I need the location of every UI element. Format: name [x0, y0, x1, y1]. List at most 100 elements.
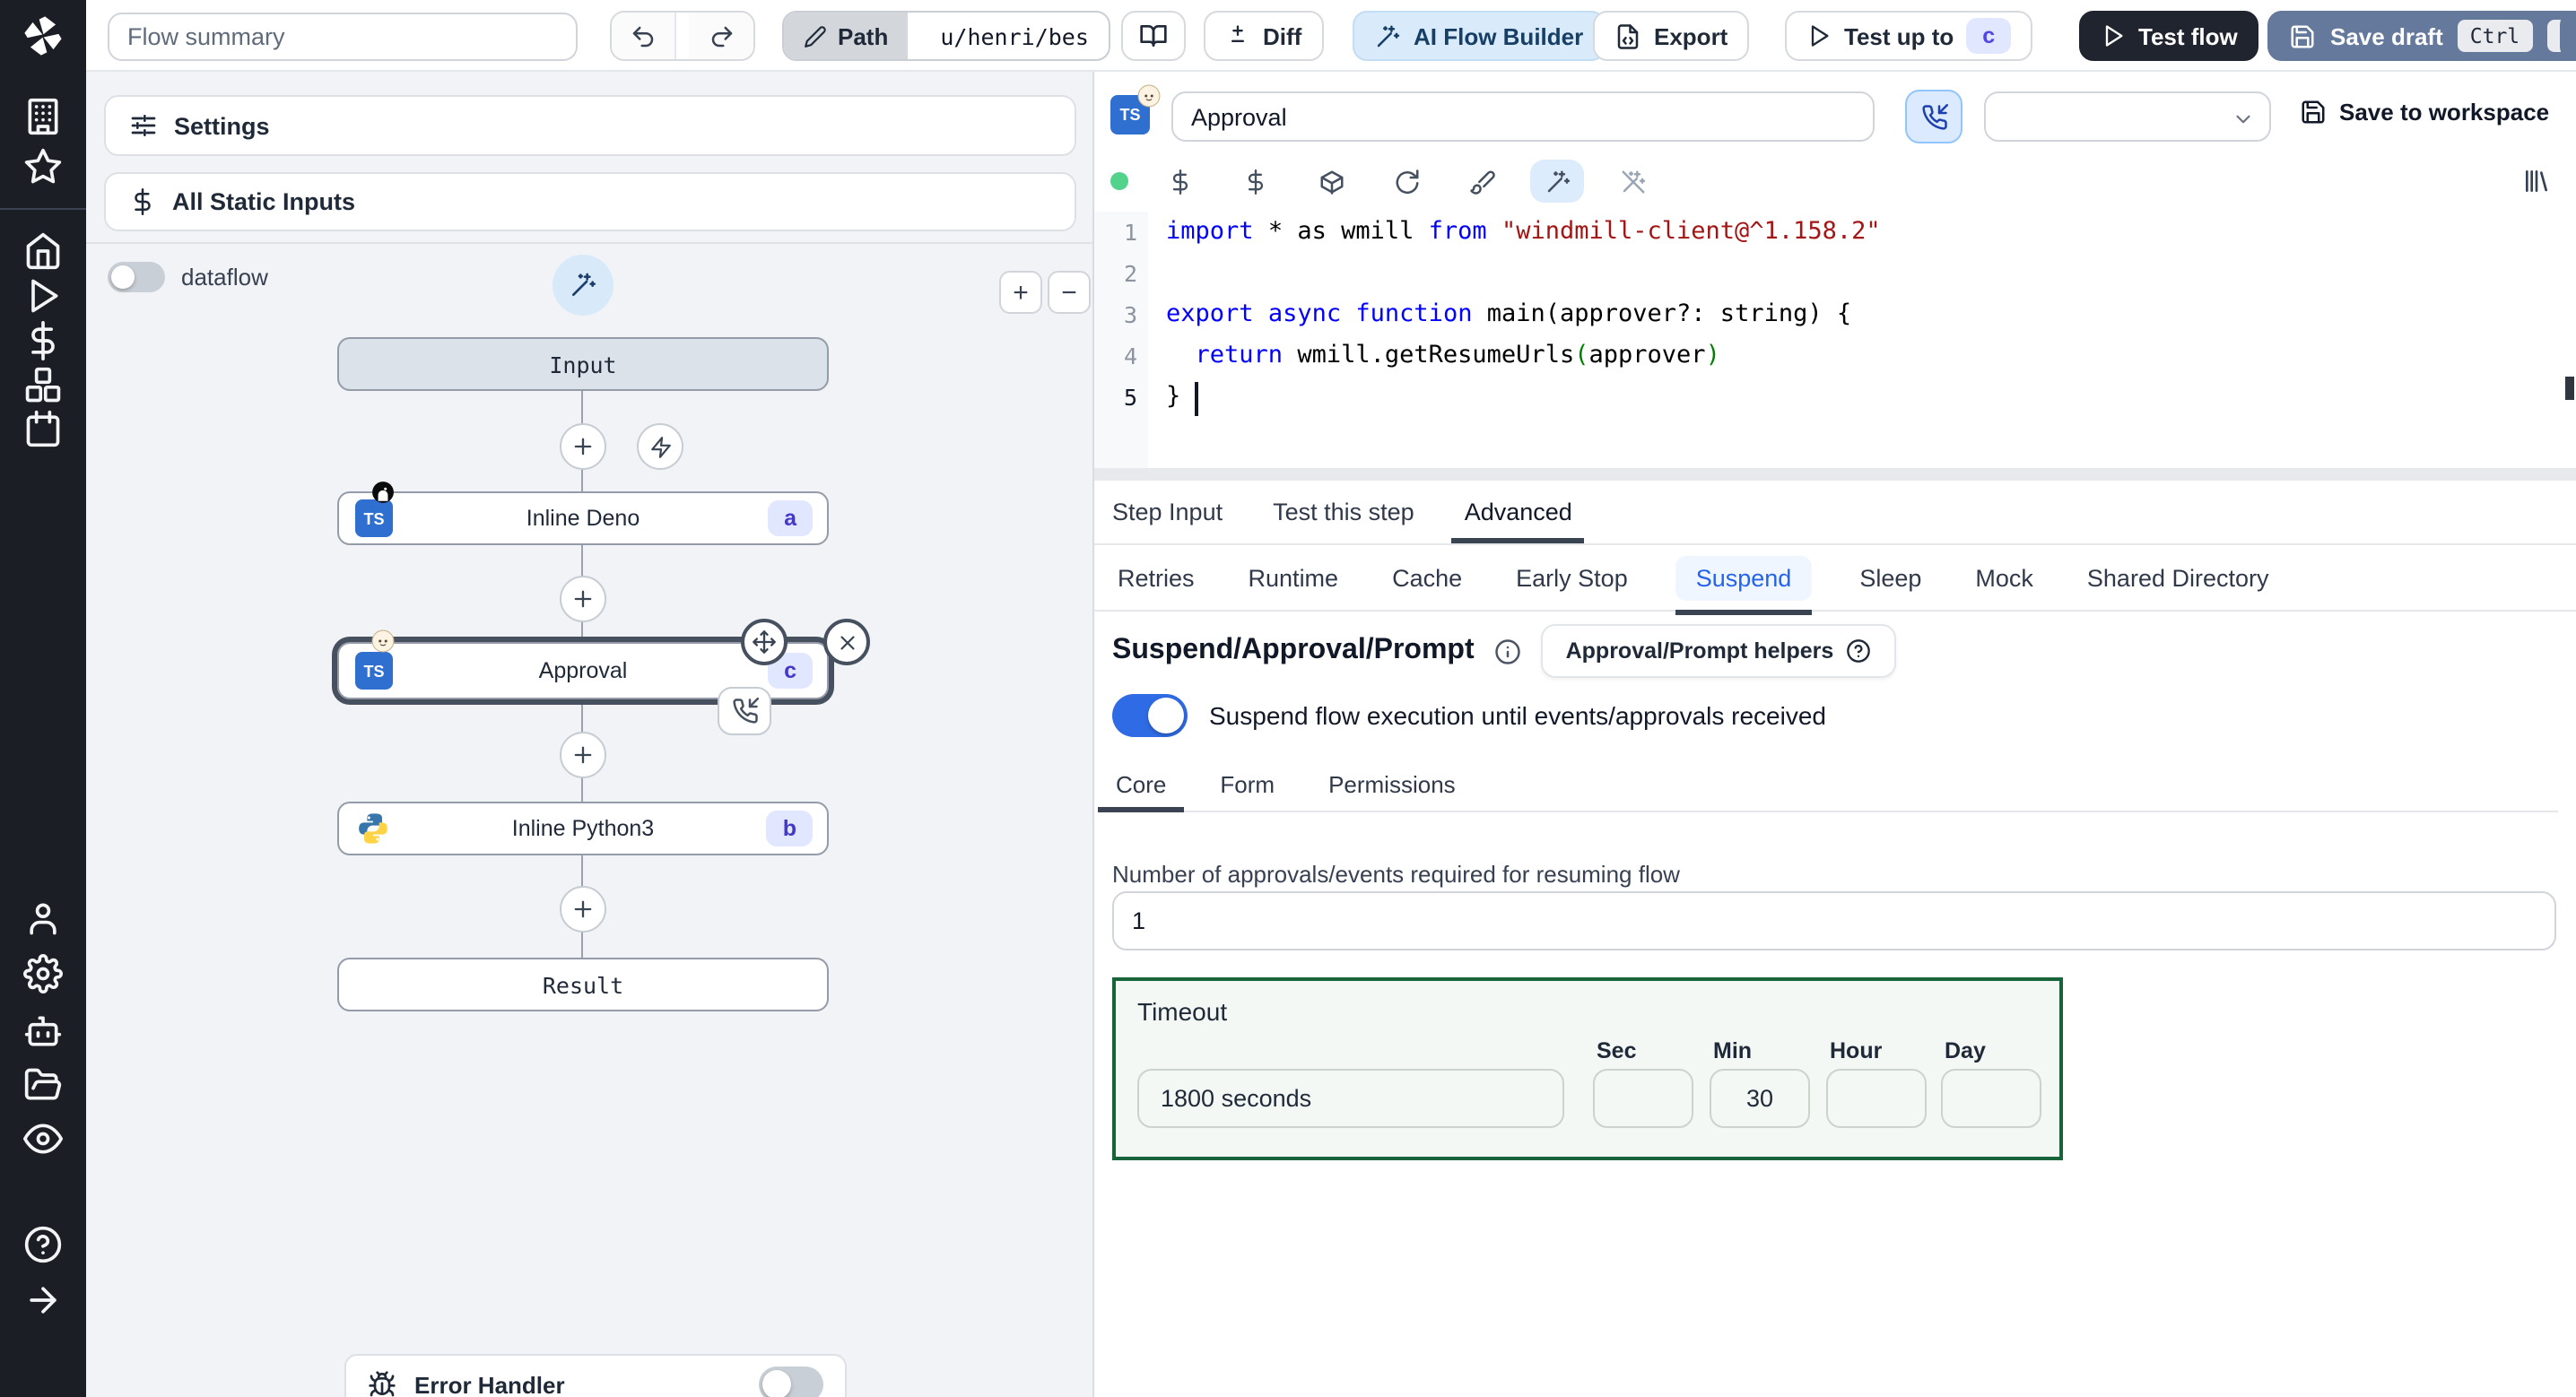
- suspend-tab-permissions[interactable]: Permissions: [1325, 768, 1459, 811]
- delete-step-button[interactable]: [823, 619, 870, 665]
- windmill-logo-icon[interactable]: [20, 13, 66, 59]
- runs-play-icon[interactable]: [23, 276, 63, 316]
- paintbrush-icon[interactable]: [1455, 160, 1509, 203]
- play-icon: [1806, 23, 1832, 48]
- step-header: TS Save to workspace: [1094, 72, 2576, 154]
- approval-prompt-helpers-button[interactable]: Approval/Prompt helpers: [1540, 624, 1897, 678]
- folder-open-icon[interactable]: [23, 1065, 63, 1105]
- test-up-to-button[interactable]: Test up to c: [1785, 11, 2033, 61]
- eye-icon[interactable]: [23, 1119, 63, 1158]
- timeout-day-input[interactable]: [1941, 1069, 2041, 1128]
- code-token: wmill.getResumeUrls: [1283, 341, 1575, 369]
- path-button[interactable]: Path u/henri/bes: [782, 11, 1110, 61]
- insert-step-button[interactable]: [560, 886, 606, 933]
- insert-step-button[interactable]: [560, 576, 606, 622]
- node-input[interactable]: Input: [337, 337, 829, 391]
- tab-step-input[interactable]: Step Input: [1112, 481, 1223, 543]
- variables-dollar-icon[interactable]: [23, 321, 63, 360]
- subtab-cache[interactable]: Cache: [1387, 555, 1467, 600]
- error-handler-toggle[interactable]: [759, 1367, 823, 1397]
- settings-gear-icon[interactable]: [23, 954, 63, 994]
- help-circle-icon[interactable]: [23, 1225, 63, 1264]
- code-line-5: 5}: [1094, 377, 2576, 418]
- code-line-1: 1 import * as wmill from "windmill-client…: [1094, 212, 2576, 253]
- suspend-toggle[interactable]: [1112, 694, 1188, 737]
- suspend-tab-form[interactable]: Form: [1216, 768, 1278, 811]
- insert-step-button[interactable]: [560, 732, 606, 778]
- home-icon[interactable]: [23, 231, 63, 271]
- language-select[interactable]: [1984, 91, 2271, 142]
- building-icon[interactable]: [23, 97, 63, 136]
- subtab-early-stop[interactable]: Early Stop: [1510, 555, 1633, 600]
- suspend-tab-core[interactable]: Core: [1097, 768, 1185, 812]
- typescript-badge: TS: [355, 652, 393, 690]
- step-tabs: Step Input Test this step Advanced: [1094, 481, 2576, 545]
- node-inline-deno[interactable]: TS Inline Deno a: [337, 482, 829, 545]
- ai-flow-builder-button[interactable]: AI Flow Builder: [1353, 11, 1606, 61]
- package-icon[interactable]: [1304, 160, 1358, 203]
- typescript-badge: TS: [355, 499, 393, 537]
- user-icon[interactable]: [23, 898, 63, 938]
- timeout-hour-input[interactable]: [1826, 1069, 1927, 1128]
- suspend-section-title: Suspend/Approval/Prompt: [1112, 635, 1475, 665]
- move-step-button[interactable]: [741, 619, 788, 665]
- subtab-runtime[interactable]: Runtime: [1243, 555, 1345, 600]
- deploy-button-clipped[interactable]: [2560, 11, 2576, 61]
- ai-wand-off-icon[interactable]: [1606, 160, 1659, 203]
- save-to-workspace-button[interactable]: Save to workspace: [2300, 99, 2549, 126]
- step-name-input[interactable]: [1171, 91, 1875, 142]
- info-icon[interactable]: [1494, 638, 1521, 664]
- ai-graph-wand-button[interactable]: [553, 255, 614, 316]
- export-button[interactable]: Export: [1593, 11, 1750, 61]
- settings-label: Settings: [174, 112, 270, 139]
- dollar-icon[interactable]: [1229, 160, 1283, 203]
- static-inputs-label: All Static Inputs: [172, 188, 356, 215]
- subtab-mock[interactable]: Mock: [1970, 555, 2039, 600]
- timeout-sec-input[interactable]: [1593, 1069, 1693, 1128]
- tab-test-this-step[interactable]: Test this step: [1273, 481, 1414, 543]
- refresh-icon[interactable]: [1379, 160, 1433, 203]
- save-draft-button[interactable]: Save draft Ctrl S: [2267, 11, 2576, 61]
- code-token: ): [1705, 341, 1720, 369]
- insert-step-button[interactable]: [560, 423, 606, 470]
- ai-flow-builder-label: AI Flow Builder: [1414, 22, 1584, 49]
- subtab-retries[interactable]: Retries: [1112, 555, 1200, 600]
- node-result[interactable]: Result: [337, 958, 829, 1011]
- undo-button[interactable]: [612, 13, 676, 59]
- schedules-calendar-icon[interactable]: [23, 409, 63, 448]
- workers-bot-icon[interactable]: [23, 1011, 63, 1051]
- approvals-required-input[interactable]: [1112, 891, 2556, 950]
- tab-advanced[interactable]: Advanced: [1451, 481, 1585, 543]
- code-editor[interactable]: 1 import * as wmill from "windmill-client…: [1094, 212, 2576, 468]
- subtab-sleep[interactable]: Sleep: [1854, 555, 1927, 600]
- ai-wand-button[interactable]: [1530, 160, 1584, 203]
- helpers-label: Approval/Prompt helpers: [1565, 638, 1834, 664]
- dollar-icon[interactable]: [1153, 160, 1207, 203]
- timeout-seconds-display[interactable]: [1137, 1069, 1564, 1128]
- flow-summary-input[interactable]: [108, 13, 578, 61]
- flow-settings-button[interactable]: Settings: [104, 95, 1076, 156]
- graph-zoom-in-button[interactable]: +: [999, 271, 1042, 314]
- docs-book-button[interactable]: [1121, 11, 1186, 61]
- timeout-min-input[interactable]: [1710, 1069, 1810, 1128]
- suspend-phone-toggle-button[interactable]: [1905, 90, 1962, 143]
- test-flow-button[interactable]: Test flow: [2079, 11, 2259, 61]
- subtab-shared-directory[interactable]: Shared Directory: [2082, 555, 2275, 600]
- all-static-inputs-button[interactable]: All Static Inputs: [104, 172, 1076, 231]
- book-open-icon: [1139, 22, 1168, 50]
- node-inline-python3[interactable]: Inline Python3 b: [337, 802, 829, 855]
- subtab-suspend[interactable]: Suspend: [1675, 555, 1812, 614]
- trigger-bolt-button[interactable]: [637, 423, 683, 470]
- line-number: 3: [1123, 301, 1137, 328]
- library-icon[interactable]: [2522, 167, 2551, 195]
- code-token: function: [1355, 299, 1473, 328]
- editor-resize-handle[interactable]: [1094, 468, 2576, 481]
- dataflow-toggle[interactable]: [108, 262, 165, 292]
- diff-button[interactable]: Diff: [1204, 11, 1324, 61]
- redo-button[interactable]: [689, 13, 753, 59]
- resources-boxes-icon[interactable]: [23, 366, 63, 405]
- graph-zoom-out-button[interactable]: −: [1048, 271, 1091, 314]
- collapse-arrow-right-icon[interactable]: [23, 1280, 63, 1320]
- star-icon[interactable]: [23, 147, 63, 187]
